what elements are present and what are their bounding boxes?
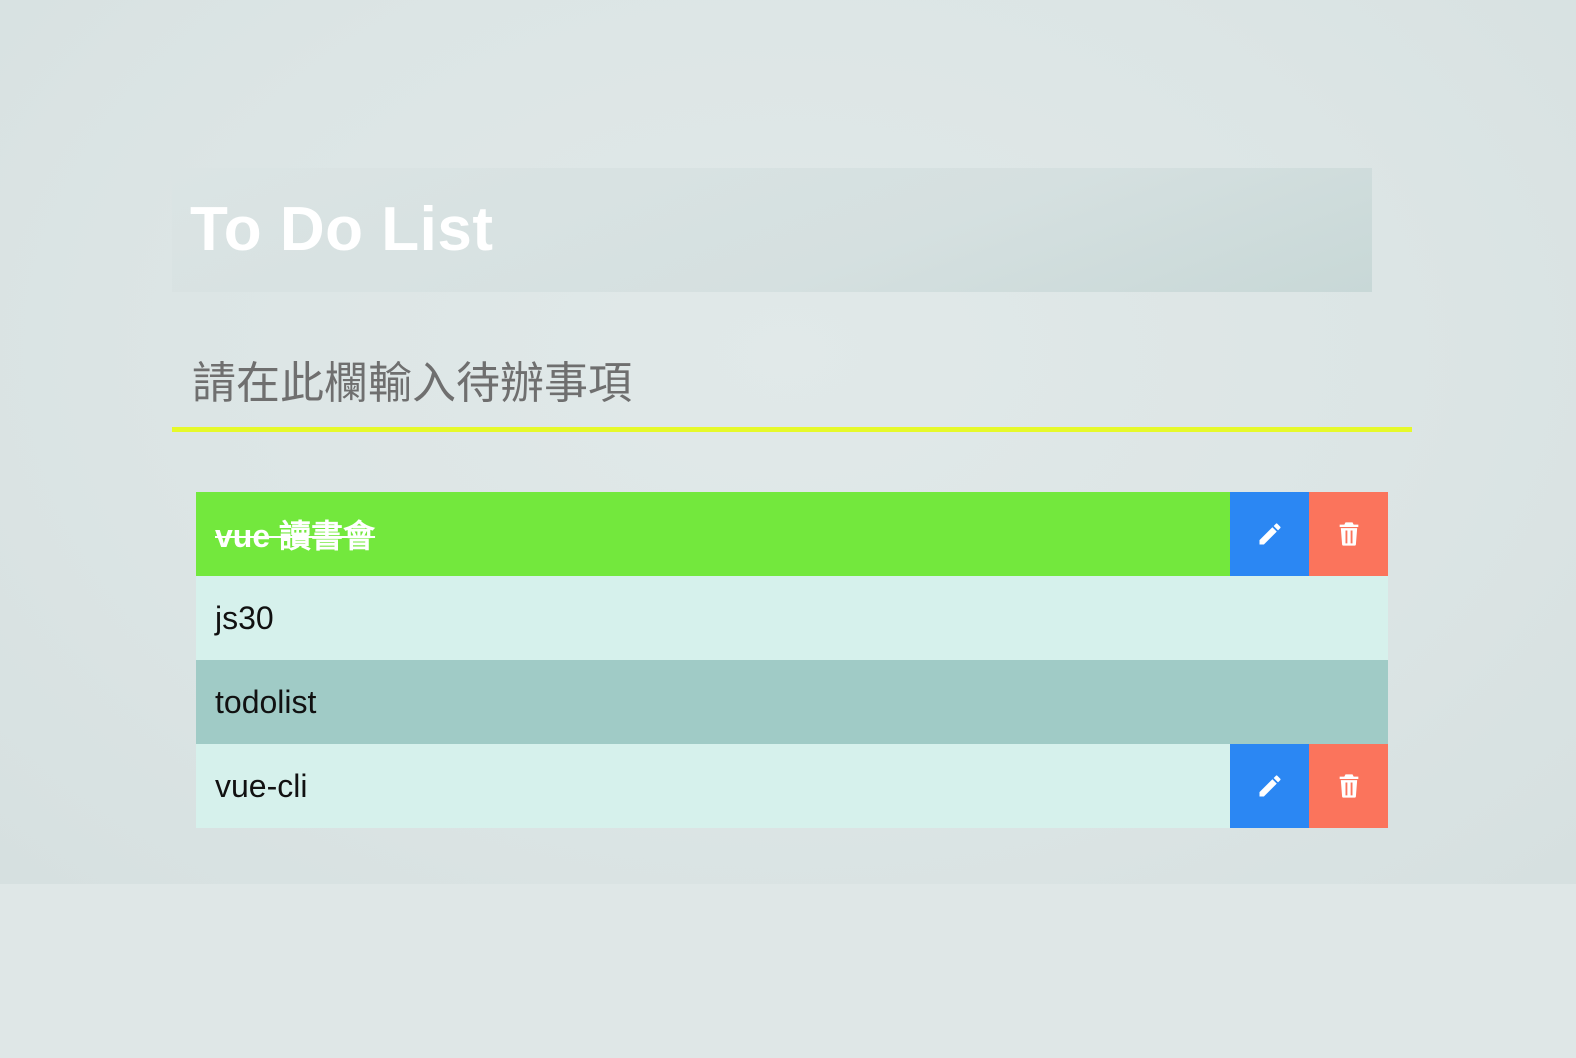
new-todo-field bbox=[172, 340, 1412, 432]
todo-item[interactable]: js30 bbox=[196, 576, 1388, 660]
todo-item[interactable]: vue-cli bbox=[196, 744, 1388, 828]
todo-item-text[interactable]: vue 讀書會 bbox=[196, 511, 1230, 557]
todo-item-text[interactable]: js30 bbox=[196, 600, 1388, 637]
todo-item-text[interactable]: todolist bbox=[196, 684, 1388, 721]
todo-item-actions bbox=[1230, 744, 1388, 828]
page-title: To Do List bbox=[190, 195, 494, 264]
pencil-icon bbox=[1259, 523, 1281, 545]
delete-button[interactable] bbox=[1309, 744, 1388, 828]
page-footer-area bbox=[0, 884, 1576, 1058]
todo-item[interactable]: vue 讀書會 bbox=[196, 492, 1388, 576]
pencil-icon bbox=[1259, 775, 1281, 797]
delete-button[interactable] bbox=[1309, 492, 1388, 576]
header-banner: To Do List bbox=[172, 168, 1372, 292]
trash-icon bbox=[1339, 522, 1358, 546]
todo-list: vue 讀書會 js30 todolist vue-cli bbox=[196, 492, 1388, 828]
edit-button[interactable] bbox=[1230, 492, 1309, 576]
todo-item[interactable]: todolist bbox=[196, 660, 1388, 744]
new-todo-input[interactable] bbox=[172, 340, 1412, 426]
todo-item-actions bbox=[1230, 492, 1388, 576]
trash-icon bbox=[1339, 774, 1358, 798]
todo-item-text[interactable]: vue-cli bbox=[196, 768, 1230, 805]
edit-button[interactable] bbox=[1230, 744, 1309, 828]
